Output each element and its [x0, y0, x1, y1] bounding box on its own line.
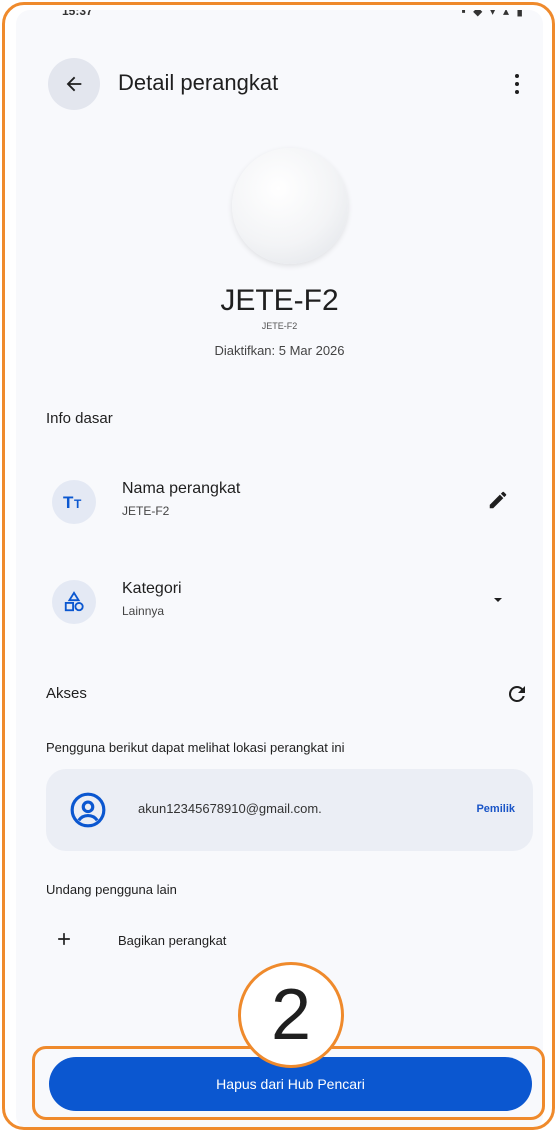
category-label: Kategori — [122, 580, 182, 597]
section-title-basic-info: Info dasar — [46, 410, 113, 427]
device-name-value: JETE-F2 — [122, 504, 170, 518]
device-name-row[interactable]: T T Nama perangkat JETE-F2 — [52, 476, 512, 532]
category-row[interactable]: Kategori Lainnya — [52, 576, 512, 632]
refresh-icon[interactable] — [501, 678, 533, 710]
more-options-button[interactable] — [503, 62, 531, 106]
svg-text:T: T — [63, 493, 74, 512]
device-name: JETE-F2 — [220, 284, 339, 317]
phone-screen: 15:37 ▪ ◆ ▾ ▴ ▮ Detail perangkat JETE-F2… — [16, 10, 543, 1130]
more-vert-dot — [515, 90, 519, 94]
more-vert-dot — [515, 82, 519, 86]
arrow-left-icon — [66, 76, 82, 92]
share-device-button[interactable]: Bagikan perangkat — [46, 925, 346, 959]
plus-icon — [52, 927, 76, 951]
back-button[interactable] — [48, 58, 100, 110]
status-bar: 15:37 ▪ ◆ ▾ ▴ ▮ — [16, 10, 543, 30]
device-image — [232, 148, 348, 264]
invite-label: Undang pengguna lain — [46, 882, 177, 897]
device-subtitle: JETE-F2 — [261, 321, 298, 331]
step-number-badge: 2 — [238, 962, 344, 1068]
dropdown-arrow-icon[interactable] — [484, 586, 512, 614]
svg-text:T: T — [74, 497, 82, 511]
user-role-badge: Pemilik — [476, 803, 515, 815]
device-name-label: Nama perangkat — [122, 480, 241, 497]
share-device-label: Bagikan perangkat — [118, 933, 227, 948]
text-fields-icon: T T — [52, 480, 96, 524]
device-activated-date: Diaktifkan: 5 Mar 2026 — [214, 343, 345, 358]
category-value: Lainnya — [122, 604, 165, 618]
edit-pencil-icon[interactable] — [484, 486, 512, 514]
more-vert-icon — [515, 74, 519, 78]
category-shapes-icon — [52, 580, 96, 624]
tutorial-page: 15:37 ▪ ◆ ▾ ▴ ▮ Detail perangkat JETE-F2… — [0, 0, 559, 1134]
page-title: Detail perangkat — [118, 70, 279, 95]
user-card[interactable]: akun12345678910@gmail.com. Pemilik — [46, 769, 533, 851]
section-title-access: Akses — [46, 685, 87, 702]
user-email: akun12345678910@gmail.com. — [138, 801, 322, 816]
account-circle-icon — [68, 790, 108, 830]
status-time: 15:37 — [62, 10, 93, 18]
status-icons: ▪ ◆ ▾ ▴ ▮ — [461, 10, 525, 18]
access-description: Pengguna berikut dapat melihat lokasi pe… — [46, 740, 345, 755]
